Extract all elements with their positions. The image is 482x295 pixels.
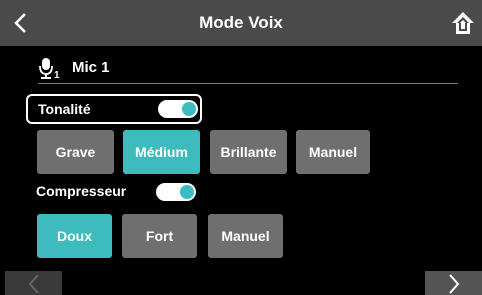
tone-label: Tonalité — [38, 101, 91, 117]
tone-option-grave[interactable]: Grave — [37, 130, 114, 174]
compressor-switch-knob — [180, 185, 194, 199]
chevron-left-icon — [28, 274, 39, 294]
tone-option-manuel[interactable]: Manuel — [296, 130, 370, 174]
mic-label: Mic 1 — [72, 59, 110, 76]
mic-channel-row: 1 Mic 1 — [38, 57, 458, 84]
compressor-option-fort[interactable]: Fort — [122, 214, 197, 258]
header-bar: Mode Voix — [0, 0, 482, 46]
previous-page-button[interactable] — [5, 271, 62, 295]
compressor-switch[interactable] — [156, 183, 196, 201]
chevron-right-icon — [449, 274, 460, 294]
page-title: Mode Voix — [199, 13, 283, 32]
tone-switch-knob — [182, 102, 196, 116]
compressor-option-manuel[interactable]: Manuel — [208, 214, 283, 258]
home-icon[interactable] — [450, 10, 476, 36]
tone-toggle-row[interactable]: Tonalité — [26, 94, 202, 124]
svg-text:1: 1 — [54, 70, 60, 81]
compressor-toggle-row[interactable]: Compresseur — [26, 178, 202, 206]
compressor-option-doux[interactable]: Doux — [37, 214, 112, 258]
microphone-1-icon: 1 — [39, 58, 60, 81]
tone-option-medium[interactable]: Médium — [123, 130, 200, 174]
next-page-button[interactable] — [425, 271, 482, 295]
compressor-label: Compresseur — [36, 183, 127, 199]
tone-option-brillante[interactable]: Brillante — [210, 130, 287, 174]
mode-voix-screen: Mode Voix 1 Mic 1 Tonalité Grave Médium … — [0, 0, 482, 295]
tone-switch[interactable] — [158, 100, 198, 118]
